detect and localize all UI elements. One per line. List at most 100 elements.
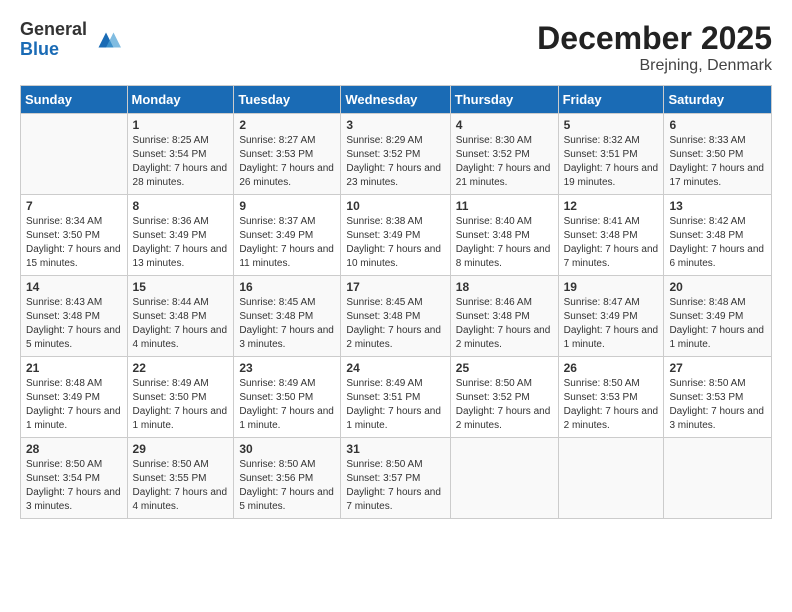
cell-content: Sunrise: 8:33 AM Sunset: 3:50 PM Dayligh… xyxy=(669,134,766,190)
week-row-2: 7 Sunrise: 8:34 AM Sunset: 3:50 PM Daylig… xyxy=(21,195,772,276)
day-number: 24 xyxy=(346,361,444,375)
day-number: 9 xyxy=(239,199,335,213)
cell-content: Sunrise: 8:41 AM Sunset: 3:48 PM Dayligh… xyxy=(564,215,659,271)
cell-content: Sunrise: 8:30 AM Sunset: 3:52 PM Dayligh… xyxy=(456,134,553,190)
cell-content: Sunrise: 8:49 AM Sunset: 3:50 PM Dayligh… xyxy=(133,377,229,433)
calendar-cell: 21 Sunrise: 8:48 AM Sunset: 3:49 PM Dayli… xyxy=(21,357,128,438)
calendar-cell: 7 Sunrise: 8:34 AM Sunset: 3:50 PM Daylig… xyxy=(21,195,128,276)
cell-content: Sunrise: 8:50 AM Sunset: 3:56 PM Dayligh… xyxy=(239,458,335,514)
cell-content: Sunrise: 8:34 AM Sunset: 3:50 PM Dayligh… xyxy=(26,215,122,271)
calendar-cell: 23 Sunrise: 8:49 AM Sunset: 3:50 PM Dayli… xyxy=(234,357,341,438)
week-row-5: 28 Sunrise: 8:50 AM Sunset: 3:54 PM Dayli… xyxy=(21,438,772,519)
day-number: 26 xyxy=(564,361,659,375)
cell-content: Sunrise: 8:43 AM Sunset: 3:48 PM Dayligh… xyxy=(26,296,122,352)
day-number: 15 xyxy=(133,280,229,294)
cell-content: Sunrise: 8:50 AM Sunset: 3:53 PM Dayligh… xyxy=(564,377,659,433)
calendar-cell: 30Sunrise: 8:50 AM Sunset: 3:56 PM Dayli… xyxy=(234,438,341,519)
cell-content: Sunrise: 8:50 AM Sunset: 3:57 PM Dayligh… xyxy=(346,458,444,514)
calendar-cell: 13 Sunrise: 8:42 AM Sunset: 3:48 PM Dayli… xyxy=(664,195,772,276)
calendar-cell: 28 Sunrise: 8:50 AM Sunset: 3:54 PM Dayli… xyxy=(21,438,128,519)
calendar-cell: 22 Sunrise: 8:49 AM Sunset: 3:50 PM Dayli… xyxy=(127,357,234,438)
cell-content: Sunrise: 8:48 AM Sunset: 3:49 PM Dayligh… xyxy=(669,296,766,352)
day-number: 5 xyxy=(564,118,659,132)
day-header-monday: Monday xyxy=(127,86,234,114)
day-header-tuesday: Tuesday xyxy=(234,86,341,114)
week-row-4: 21 Sunrise: 8:48 AM Sunset: 3:49 PM Dayli… xyxy=(21,357,772,438)
cell-content: Sunrise: 8:50 AM Sunset: 3:54 PM Dayligh… xyxy=(26,458,122,514)
title-block: December 2025 Brejning, Denmark xyxy=(537,20,772,75)
calendar-cell: 3 Sunrise: 8:29 AM Sunset: 3:52 PM Daylig… xyxy=(341,114,450,195)
calendar-cell: 26 Sunrise: 8:50 AM Sunset: 3:53 PM Dayli… xyxy=(558,357,664,438)
calendar-cell: 4 Sunrise: 8:30 AM Sunset: 3:52 PM Daylig… xyxy=(450,114,558,195)
day-number: 16 xyxy=(239,280,335,294)
day-number: 10 xyxy=(346,199,444,213)
day-number: 1 xyxy=(133,118,229,132)
day-number: 25 xyxy=(456,361,553,375)
day-number: 17 xyxy=(346,280,444,294)
calendar-table: SundayMondayTuesdayWednesdayThursdayFrid… xyxy=(20,85,772,519)
day-number: 31 xyxy=(346,442,444,456)
page-header: General Blue December 2025 Brejning, Den… xyxy=(20,20,772,75)
cell-content: Sunrise: 8:48 AM Sunset: 3:49 PM Dayligh… xyxy=(26,377,122,433)
calendar-cell xyxy=(558,438,664,519)
day-number: 20 xyxy=(669,280,766,294)
day-number: 28 xyxy=(26,442,122,456)
calendar-cell: 16Sunrise: 8:45 AM Sunset: 3:48 PM Dayli… xyxy=(234,276,341,357)
calendar-cell: 14 Sunrise: 8:43 AM Sunset: 3:48 PM Dayli… xyxy=(21,276,128,357)
logo: General Blue xyxy=(20,20,121,60)
cell-content: Sunrise: 8:25 AM Sunset: 3:54 PM Dayligh… xyxy=(133,134,229,190)
day-header-friday: Friday xyxy=(558,86,664,114)
logo-general: General xyxy=(20,20,87,40)
calendar-cell: 9 Sunrise: 8:37 AM Sunset: 3:49 PM Daylig… xyxy=(234,195,341,276)
cell-content: Sunrise: 8:42 AM Sunset: 3:48 PM Dayligh… xyxy=(669,215,766,271)
cell-content: Sunrise: 8:49 AM Sunset: 3:51 PM Dayligh… xyxy=(346,377,444,433)
cell-content: Sunrise: 8:32 AM Sunset: 3:51 PM Dayligh… xyxy=(564,134,659,190)
calendar-cell xyxy=(21,114,128,195)
day-number: 13 xyxy=(669,199,766,213)
day-number: 27 xyxy=(669,361,766,375)
calendar-cell: 8Sunrise: 8:36 AM Sunset: 3:49 PM Daylig… xyxy=(127,195,234,276)
day-number: 22 xyxy=(133,361,229,375)
day-number: 23 xyxy=(239,361,335,375)
calendar-cell: 15Sunrise: 8:44 AM Sunset: 3:48 PM Dayli… xyxy=(127,276,234,357)
calendar-cell: 27Sunrise: 8:50 AM Sunset: 3:53 PM Dayli… xyxy=(664,357,772,438)
cell-content: Sunrise: 8:46 AM Sunset: 3:48 PM Dayligh… xyxy=(456,296,553,352)
cell-content: Sunrise: 8:47 AM Sunset: 3:49 PM Dayligh… xyxy=(564,296,659,352)
cell-content: Sunrise: 8:37 AM Sunset: 3:49 PM Dayligh… xyxy=(239,215,335,271)
header-row: SundayMondayTuesdayWednesdayThursdayFrid… xyxy=(21,86,772,114)
calendar-cell: 6 Sunrise: 8:33 AM Sunset: 3:50 PM Daylig… xyxy=(664,114,772,195)
calendar-cell: 1 Sunrise: 8:25 AM Sunset: 3:54 PM Daylig… xyxy=(127,114,234,195)
day-header-wednesday: Wednesday xyxy=(341,86,450,114)
day-number: 8 xyxy=(133,199,229,213)
week-row-1: 1 Sunrise: 8:25 AM Sunset: 3:54 PM Daylig… xyxy=(21,114,772,195)
day-number: 21 xyxy=(26,361,122,375)
day-number: 29 xyxy=(133,442,229,456)
cell-content: Sunrise: 8:50 AM Sunset: 3:52 PM Dayligh… xyxy=(456,377,553,433)
calendar-cell: 2Sunrise: 8:27 AM Sunset: 3:53 PM Daylig… xyxy=(234,114,341,195)
calendar-cell: 11Sunrise: 8:40 AM Sunset: 3:48 PM Dayli… xyxy=(450,195,558,276)
day-header-thursday: Thursday xyxy=(450,86,558,114)
day-number: 6 xyxy=(669,118,766,132)
calendar-cell: 29 Sunrise: 8:50 AM Sunset: 3:55 PM Dayli… xyxy=(127,438,234,519)
day-number: 4 xyxy=(456,118,553,132)
day-number: 18 xyxy=(456,280,553,294)
calendar-cell: 20 Sunrise: 8:48 AM Sunset: 3:49 PM Dayli… xyxy=(664,276,772,357)
cell-content: Sunrise: 8:49 AM Sunset: 3:50 PM Dayligh… xyxy=(239,377,335,433)
day-number: 14 xyxy=(26,280,122,294)
calendar-cell: 24 Sunrise: 8:49 AM Sunset: 3:51 PM Dayli… xyxy=(341,357,450,438)
calendar-cell: 10 Sunrise: 8:38 AM Sunset: 3:49 PM Dayli… xyxy=(341,195,450,276)
day-number: 7 xyxy=(26,199,122,213)
calendar-cell xyxy=(450,438,558,519)
month-title: December 2025 xyxy=(537,20,772,57)
calendar-cell: 19Sunrise: 8:47 AM Sunset: 3:49 PM Dayli… xyxy=(558,276,664,357)
day-number: 3 xyxy=(346,118,444,132)
week-row-3: 14 Sunrise: 8:43 AM Sunset: 3:48 PM Dayli… xyxy=(21,276,772,357)
calendar-cell: 5 Sunrise: 8:32 AM Sunset: 3:51 PM Daylig… xyxy=(558,114,664,195)
calendar-cell: 25 Sunrise: 8:50 AM Sunset: 3:52 PM Dayli… xyxy=(450,357,558,438)
cell-content: Sunrise: 8:50 AM Sunset: 3:55 PM Dayligh… xyxy=(133,458,229,514)
day-number: 11 xyxy=(456,199,553,213)
calendar-cell: 17Sunrise: 8:45 AM Sunset: 3:48 PM Dayli… xyxy=(341,276,450,357)
cell-content: Sunrise: 8:29 AM Sunset: 3:52 PM Dayligh… xyxy=(346,134,444,190)
calendar-cell xyxy=(664,438,772,519)
cell-content: Sunrise: 8:38 AM Sunset: 3:49 PM Dayligh… xyxy=(346,215,444,271)
